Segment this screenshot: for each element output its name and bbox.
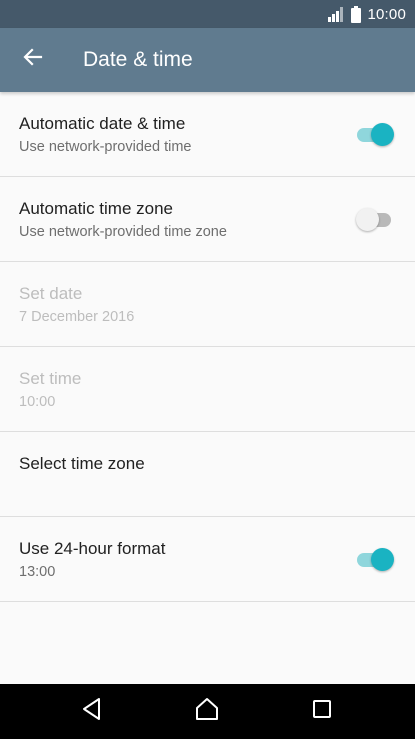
setting-set-date: Set date 7 December 2016: [0, 262, 415, 347]
setting-automatic-time-zone[interactable]: Automatic time zone Use network-provided…: [0, 177, 415, 262]
setting-use-24-hour-format[interactable]: Use 24-hour format 13:00: [0, 517, 415, 602]
nav-back-button[interactable]: [62, 684, 122, 739]
settings-list: Automatic date & time Use network-provid…: [0, 92, 415, 602]
navigation-bar: [0, 684, 415, 739]
setting-subtitle: Use network-provided time zone: [19, 224, 227, 240]
signal-icon: [327, 6, 345, 22]
battery-icon: [351, 5, 362, 23]
nav-recent-icon: [312, 699, 332, 724]
setting-title: Set time: [19, 369, 82, 388]
setting-title: Automatic time zone: [19, 199, 174, 218]
use-24-hour-format-switch[interactable]: [357, 547, 394, 571]
switch-thumb: [371, 548, 394, 571]
setting-automatic-date-time[interactable]: Automatic date & time Use network-provid…: [0, 92, 415, 177]
automatic-date-time-switch[interactable]: [357, 122, 394, 146]
automatic-time-zone-switch[interactable]: [356, 207, 393, 231]
switch-thumb: [356, 208, 379, 231]
setting-title: Use 24-hour format: [19, 539, 166, 558]
setting-select-time-zone[interactable]: Select time zone: [0, 432, 415, 517]
switch-thumb: [371, 123, 394, 146]
status-time: 10:00: [367, 5, 406, 23]
setting-subtitle: 7 December 2016: [19, 309, 135, 325]
nav-back-icon: [81, 697, 103, 726]
status-bar: 10:00: [0, 0, 415, 28]
setting-title: Select time zone: [19, 454, 145, 473]
app-bar: Date & time: [0, 28, 415, 92]
arrow-left-icon: [23, 47, 43, 72]
setting-title: Set date: [19, 284, 83, 303]
status-icons: 10:00: [327, 0, 406, 28]
nav-recent-button[interactable]: [292, 684, 352, 739]
page-title: Date & time: [83, 48, 193, 71]
back-button[interactable]: [12, 38, 54, 80]
setting-subtitle: Use network-provided time: [19, 139, 192, 155]
nav-home-icon: [195, 697, 219, 726]
setting-subtitle: 13:00: [19, 564, 56, 580]
setting-subtitle: 10:00: [19, 394, 56, 410]
nav-home-button[interactable]: [177, 684, 237, 739]
setting-title: Automatic date & time: [19, 114, 186, 133]
setting-set-time: Set time 10:00: [0, 347, 415, 432]
